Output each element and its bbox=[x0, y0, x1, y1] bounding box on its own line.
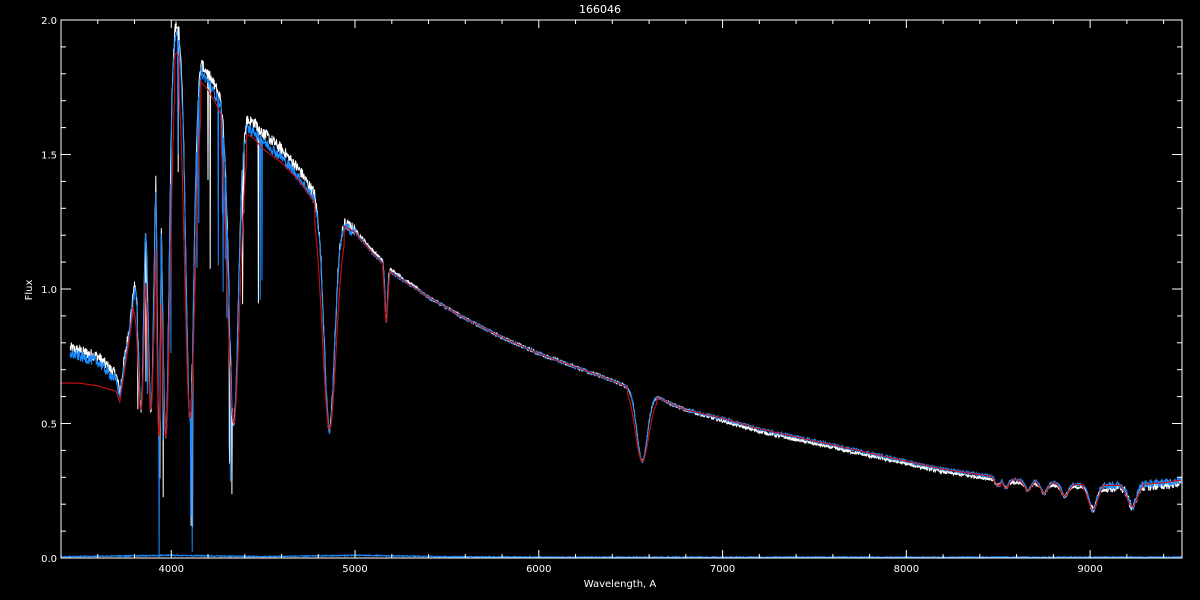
y-tick-label: 1.0 bbox=[41, 285, 57, 296]
y-axis-label: Flux bbox=[24, 280, 35, 301]
chart-title: 166046 bbox=[579, 3, 621, 16]
y-tick-label: 2.0 bbox=[41, 16, 57, 27]
x-tick-label: 4000 bbox=[159, 564, 184, 575]
spectrum-chart: 166046 Wavelength, A Flux 4000 5000 6000 70… bbox=[0, 0, 1200, 600]
x-tick-label: 8000 bbox=[894, 564, 919, 575]
x-tick-label: 6000 bbox=[526, 564, 551, 575]
x-tick-label: 7000 bbox=[710, 564, 735, 575]
x-tick-label: 5000 bbox=[342, 564, 367, 575]
y-tick-label: 0.5 bbox=[41, 420, 57, 431]
y-tick-label: 0.0 bbox=[41, 554, 57, 565]
chart-background bbox=[0, 0, 1200, 600]
x-tick-label: 9000 bbox=[1077, 564, 1102, 575]
x-axis-label: Wavelength, A bbox=[584, 579, 657, 590]
y-tick-label: 1.5 bbox=[41, 151, 57, 162]
